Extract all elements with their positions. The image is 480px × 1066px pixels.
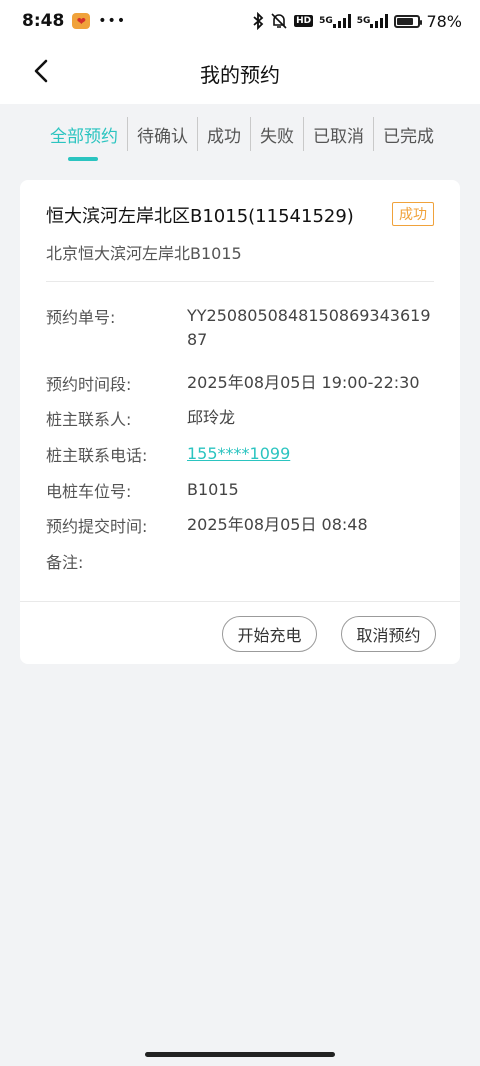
- parking-space-value: B1015: [187, 480, 239, 499]
- bluetooth-icon: [252, 12, 264, 30]
- active-tab-indicator: [68, 157, 98, 161]
- status-badge: 成功: [392, 202, 434, 226]
- network-type-label-2: 5G: [356, 15, 371, 26]
- station-address: 北京恒大滨河左岸北B1015: [46, 244, 242, 263]
- submit-time-label: 预约提交时间:: [46, 517, 148, 536]
- owner-phone-link[interactable]: 155****1099: [187, 442, 437, 466]
- remark-label: 备注:: [46, 553, 84, 572]
- tab-all[interactable]: 全部预约: [41, 117, 127, 151]
- order-number-value: YY2508050848150869343619 87: [187, 306, 431, 349]
- tab-failed[interactable]: 失败: [250, 117, 303, 151]
- page-title: 我的预约: [200, 62, 280, 87]
- parking-space-label: 电桩车位号:: [46, 482, 132, 501]
- home-indicator[interactable]: [145, 1052, 335, 1057]
- time-slot-label: 预约时间段:: [46, 375, 132, 394]
- battery-percentage: 78%: [426, 11, 462, 31]
- network-type-label: 5G: [319, 15, 333, 26]
- hd-voice-icon: HD: [294, 15, 314, 27]
- mute-bell-icon: [270, 12, 288, 30]
- time-slot-value: 2025年08月05日 19:00-22:30: [187, 373, 420, 392]
- owner-phone-label: 桩主联系电话:: [46, 446, 148, 465]
- more-notifications-icon: •••: [98, 13, 127, 29]
- booking-card[interactable]: 恒大滨河左岸北区B1015(11541529) 成功 北京恒大滨河左岸北B101…: [20, 180, 460, 664]
- back-button[interactable]: [26, 56, 56, 86]
- tab-success[interactable]: 成功: [197, 117, 250, 151]
- status-right: HD 5G 5G 78%: [252, 12, 462, 31]
- chevron-left-icon: [34, 59, 48, 83]
- status-time: 8:48: [22, 11, 65, 31]
- signal-icon-2: 5G: [357, 14, 389, 28]
- submit-time-value: 2025年08月05日 08:48: [187, 515, 368, 534]
- filter-tabs: 全部预约 待确认 成功 失败 已取消 已完成: [0, 104, 480, 164]
- tab-pending[interactable]: 待确认: [127, 117, 197, 151]
- owner-contact-label: 桩主联系人:: [46, 410, 132, 429]
- app-notification-icon: ❤: [72, 13, 91, 29]
- status-left: 8:48 ❤ •••: [22, 11, 126, 31]
- owner-contact-value: 邱玲龙: [187, 408, 236, 427]
- divider: [46, 281, 434, 282]
- start-charging-button[interactable]: 开始充电: [222, 616, 317, 652]
- tab-cancelled[interactable]: 已取消: [303, 117, 373, 151]
- battery-icon: [394, 14, 423, 28]
- cancel-booking-button[interactable]: 取消预约: [341, 616, 436, 652]
- divider: [20, 601, 460, 602]
- order-number-label: 预约单号:: [46, 308, 116, 327]
- tab-completed[interactable]: 已完成: [373, 117, 443, 151]
- signal-icon: 5G: [319, 14, 351, 28]
- nav-bar: 我的预约: [0, 42, 480, 104]
- status-bar: 8:48 ❤ ••• HD 5G 5G 78%: [0, 0, 480, 42]
- station-title: 恒大滨河左岸北区B1015(11541529): [46, 206, 354, 227]
- battery-level: [397, 17, 414, 25]
